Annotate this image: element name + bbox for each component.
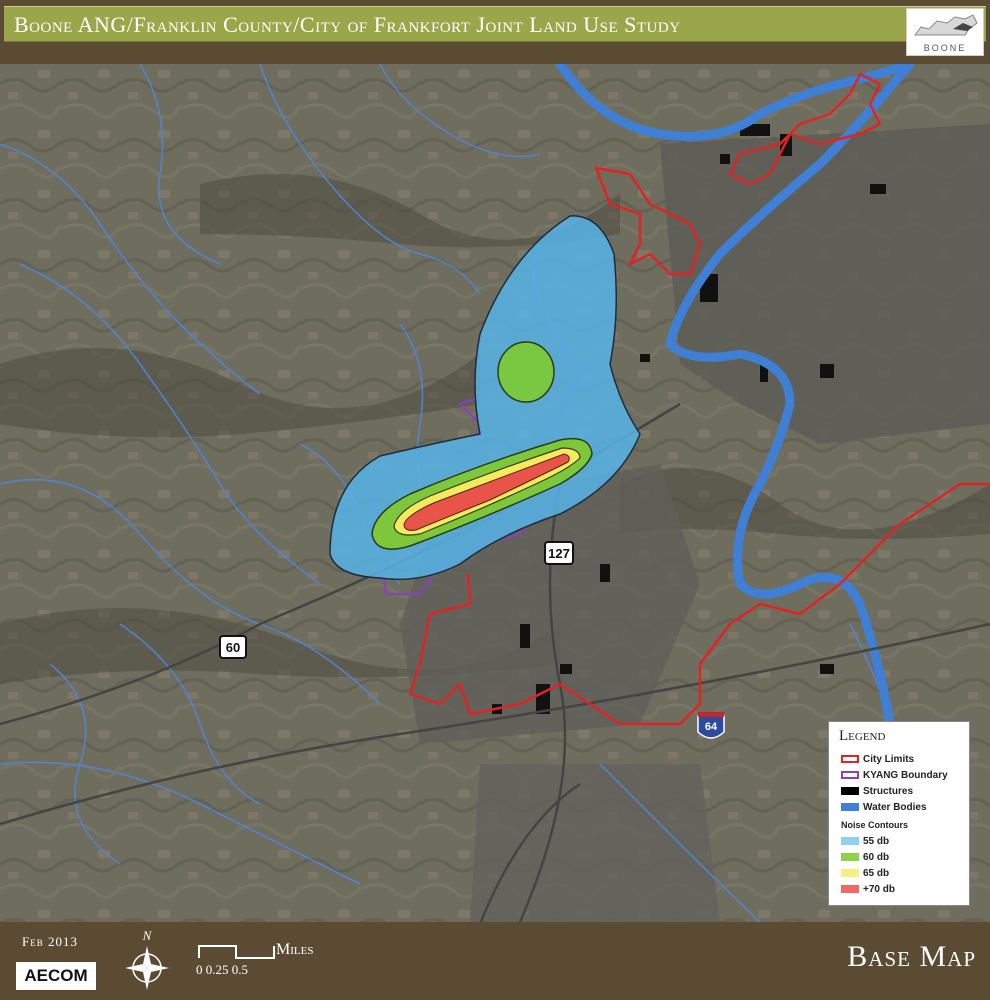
city-limits-swatch bbox=[841, 755, 859, 764]
water-swatch bbox=[841, 803, 859, 812]
legend-item-kyang-boundary: KYANG Boundary bbox=[841, 770, 948, 784]
map-date: Feb 2013 bbox=[22, 934, 78, 949]
title-bar: Boone ANG/Franklin County/City of Frankf… bbox=[4, 6, 986, 42]
legend-label: Structures bbox=[863, 786, 914, 797]
map-sheet: Boone ANG/Franklin County/City of Frankf… bbox=[0, 0, 990, 1000]
aecom-logo: AECOM bbox=[16, 962, 96, 990]
map-legend: Legend City Limits KYANG Boundary Struct… bbox=[828, 721, 970, 906]
noise-60-swatch bbox=[841, 853, 859, 862]
boone-logo: BOONE bbox=[906, 8, 984, 56]
legend-label: 65 db bbox=[863, 868, 890, 879]
scale-bar-graphic bbox=[198, 945, 275, 959]
legend-item-65db: 65 db bbox=[841, 868, 889, 882]
structures-swatch bbox=[841, 787, 859, 796]
north-arrow: N bbox=[124, 928, 170, 994]
footer: Feb 2013 AECOM N Miles 0 0.25 0.5 Base M… bbox=[0, 922, 990, 1000]
compass-icon: N bbox=[125, 928, 169, 990]
legend-label: +70 db bbox=[863, 884, 895, 895]
scale-unit: Miles bbox=[276, 941, 314, 958]
noise-70-swatch bbox=[841, 885, 859, 894]
north-label: N bbox=[142, 928, 153, 943]
legend-item-55db: 55 db bbox=[841, 836, 889, 850]
map-name: Base Map bbox=[847, 940, 976, 973]
legend-item-water: Water Bodies bbox=[841, 802, 927, 816]
legend-label: Water Bodies bbox=[863, 802, 927, 813]
i-64-label: 64 bbox=[705, 721, 718, 733]
legend-item-60db: 60 db bbox=[841, 852, 889, 866]
us-60-shield: 60 bbox=[219, 635, 247, 659]
kyang-swatch bbox=[841, 771, 859, 780]
legend-title: Legend bbox=[839, 728, 886, 744]
page-title: Boone ANG/Franklin County/City of Frankf… bbox=[14, 12, 681, 37]
us-127-shield: 127 bbox=[544, 541, 574, 565]
scale-ticks: 0 0.25 0.5 bbox=[196, 962, 248, 977]
noise-contour-60-small bbox=[497, 341, 555, 403]
header: Boone ANG/Franklin County/City of Frankf… bbox=[0, 0, 990, 64]
noise-65-swatch bbox=[841, 869, 859, 878]
legend-item-70db: +70 db bbox=[841, 884, 895, 898]
legend-item-structures: Structures bbox=[841, 786, 913, 800]
map-area[interactable]: 127 60 64 Legend City Limits KYANG Bound… bbox=[0, 64, 990, 922]
legend-label: 60 db bbox=[863, 852, 890, 863]
legend-item-city-limits: City Limits bbox=[841, 754, 914, 768]
us-127-label: 127 bbox=[548, 546, 570, 561]
scale-bar: Miles 0 0.25 0.5 bbox=[196, 936, 336, 986]
noise-55-swatch bbox=[841, 837, 859, 846]
kentucky-state-icon bbox=[914, 14, 978, 36]
legend-label: City Limits bbox=[863, 754, 915, 765]
legend-label: 55 db bbox=[863, 836, 890, 847]
noise-contours-heading: Noise Contours bbox=[841, 820, 909, 830]
legend-label: KYANG Boundary bbox=[863, 770, 948, 781]
i-64-shield: 64 bbox=[697, 712, 725, 739]
logo-text: BOONE bbox=[923, 43, 967, 53]
us-60-label: 60 bbox=[226, 640, 240, 655]
